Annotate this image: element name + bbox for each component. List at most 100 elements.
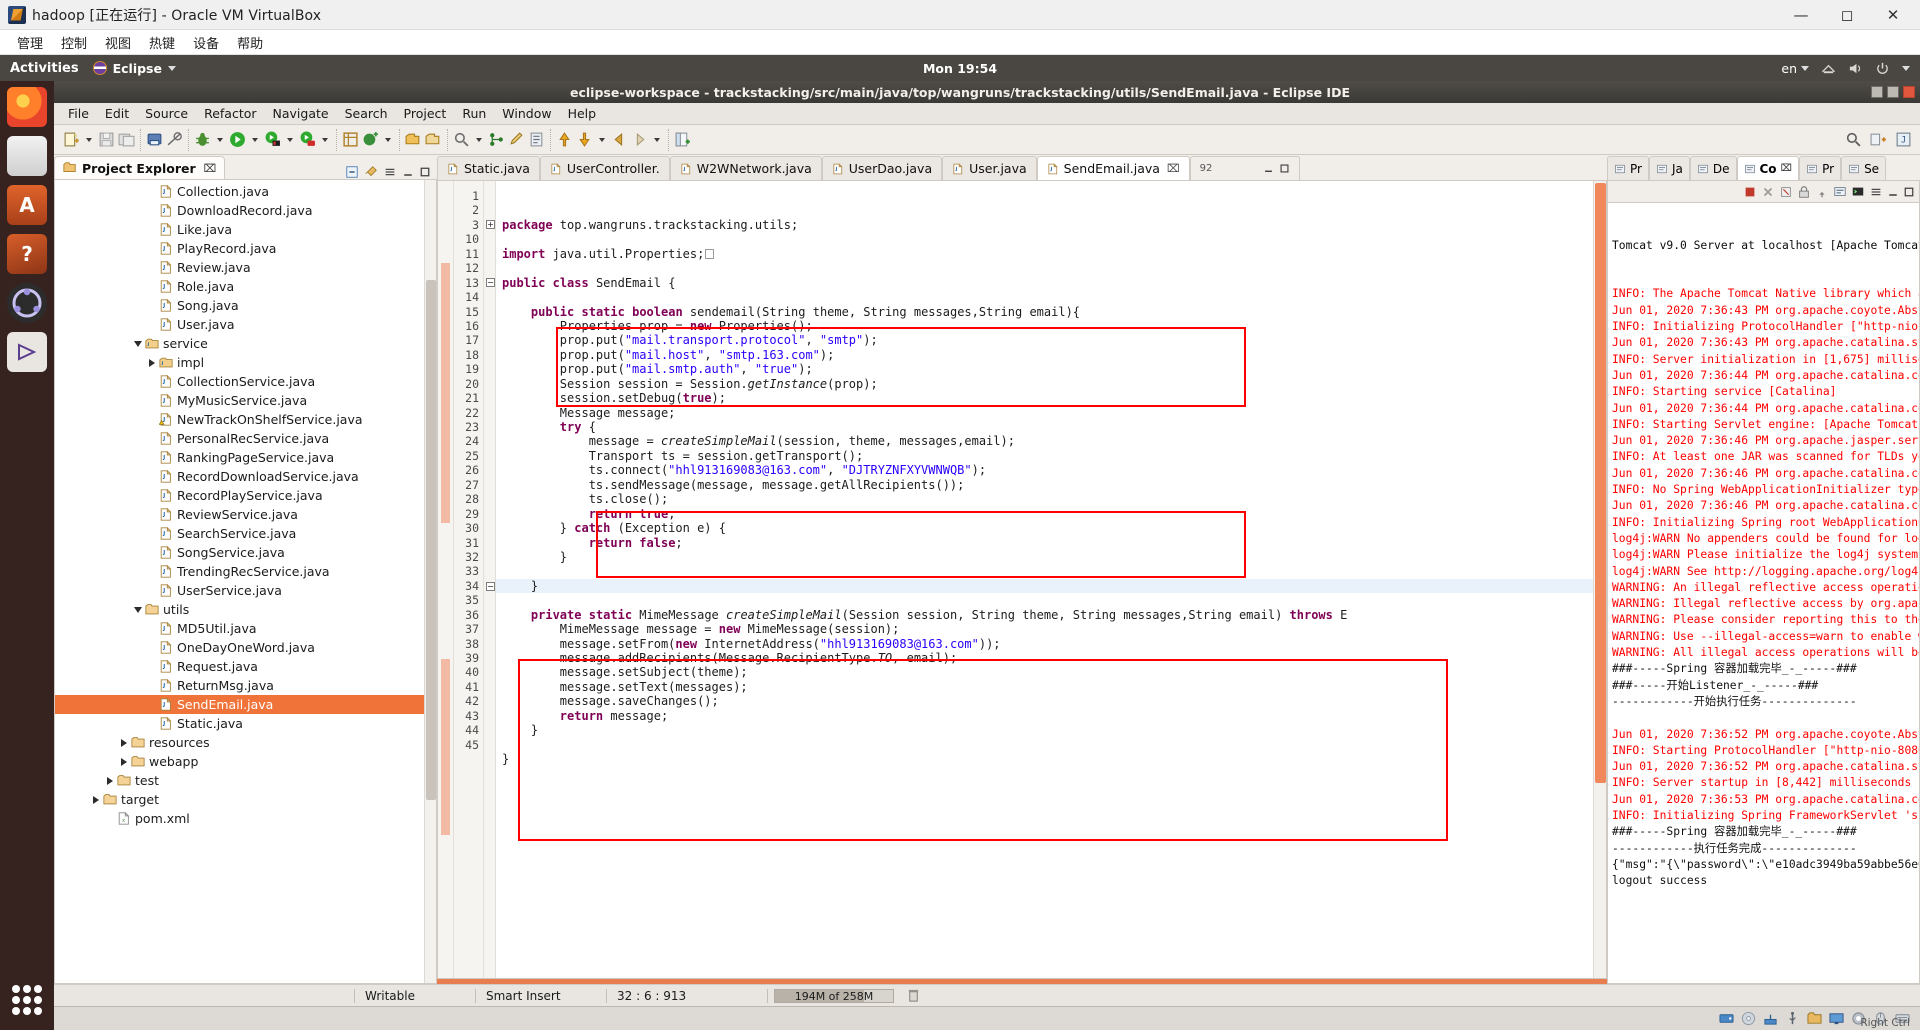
servers-tab[interactable]: Se	[1841, 156, 1887, 180]
usb-icon[interactable]	[1785, 1011, 1800, 1026]
terminate-icon[interactable]	[1743, 185, 1757, 199]
new-wizard-icon[interactable]	[63, 131, 80, 148]
maximize-icon[interactable]	[1279, 163, 1290, 174]
perspective-add-icon[interactable]	[1870, 131, 1887, 148]
trash-icon[interactable]	[906, 988, 921, 1003]
console-output[interactable]: Tomcat v9.0 Server at localhost [Apache …	[1607, 202, 1920, 984]
run-icon[interactable]	[229, 131, 246, 148]
code-line[interactable]: return message;	[496, 709, 1606, 723]
forward-icon[interactable]	[631, 131, 648, 148]
menu-file[interactable]: File	[60, 104, 97, 123]
menu-search[interactable]: Search	[337, 104, 396, 123]
tree-item[interactable]: ReturnMsg.java	[55, 676, 436, 695]
eclipse-maximize-button[interactable]	[1887, 86, 1899, 98]
vbox-menu-control[interactable]: 控制	[52, 30, 96, 55]
tree-item[interactable]: RecordDownloadService.java	[55, 467, 436, 486]
new-java-package-icon[interactable]	[342, 131, 359, 148]
code-line[interactable]: package top.wangruns.trackstacking.utils…	[496, 218, 1606, 232]
code-line[interactable]: }	[496, 550, 1606, 564]
chevron-down-icon[interactable]	[599, 137, 605, 142]
tree-item[interactable]: MyMusicService.java	[55, 391, 436, 410]
editor-marker-column[interactable]	[438, 181, 454, 978]
tree-item[interactable]: NewTrackOnShelfService.java	[55, 410, 436, 429]
vbox-menu-hotkeys[interactable]: 热键	[140, 30, 184, 55]
tree-item[interactable]: User.java	[55, 315, 436, 334]
fold-collapse-icon[interactable]: −	[486, 581, 495, 591]
tree-item[interactable]: UserService.java	[55, 581, 436, 600]
code-line[interactable]: ts.close();	[496, 492, 1606, 506]
chevron-down-icon[interactable]	[654, 137, 660, 142]
code-line[interactable]: try {	[496, 420, 1606, 434]
close-icon[interactable]: ⌧	[204, 162, 217, 175]
chevron-down-icon[interactable]	[322, 137, 328, 142]
code-line[interactable]: message.addRecipients(Message.RecipientT…	[496, 651, 1606, 665]
editor-body[interactable]: 1 2 3 10 11 12 13 14 15 16 17 18 19 20 21 22 23 24 25 26 27 2…	[437, 180, 1607, 979]
tree-item[interactable]: OneDayOneWord.java	[55, 638, 436, 657]
menu-project[interactable]: Project	[396, 104, 455, 123]
system-clock[interactable]: Mon 19:54	[0, 61, 1920, 76]
tree-item[interactable]: SearchService.java	[55, 524, 436, 543]
code-line[interactable]: } catch (Exception e) {	[496, 521, 1606, 535]
view-menu-icon[interactable]	[1869, 185, 1883, 199]
open-type-icon[interactable]	[405, 131, 422, 148]
code-line[interactable]: prop.put("mail.host", "smtp.163.com");	[496, 348, 1606, 362]
tree-item-selected[interactable]: SendEmail.java	[55, 695, 436, 714]
tree-twisty-expanded[interactable]	[131, 606, 145, 613]
code-line[interactable]: ts.sendMessage(message, message.getAllRe…	[496, 478, 1606, 492]
vbox-menu-help[interactable]: 帮助	[228, 30, 272, 55]
minimize-icon[interactable]	[402, 166, 414, 178]
tree-item[interactable]: utils	[55, 600, 436, 619]
tab-project-explorer[interactable]: Project Explorer ⌧	[54, 156, 226, 179]
tree-item[interactable]: resources	[55, 733, 436, 752]
chevron-down-icon[interactable]	[252, 137, 258, 142]
new-perspective-icon[interactable]	[674, 131, 691, 148]
code-line[interactable]: Message message;	[496, 406, 1606, 420]
menu-refactor[interactable]: Refactor	[196, 104, 264, 123]
editor-tab-static-java[interactable]: Static.java	[437, 156, 540, 180]
maximize-button[interactable]: ◻	[1824, 0, 1870, 30]
tree-item[interactable]: RankingPageService.java	[55, 448, 436, 467]
editor-scrollbar[interactable]	[1593, 181, 1606, 978]
ubuntu-icon[interactable]	[7, 283, 47, 323]
tree-item[interactable]: SongService.java	[55, 543, 436, 562]
tree-twisty-collapsed[interactable]	[89, 795, 103, 804]
toggle-breadcrumb-icon[interactable]	[166, 131, 183, 148]
git-icon[interactable]	[488, 131, 505, 148]
editor-tab-userdao-java[interactable]: UserDao.java	[821, 156, 943, 180]
menu-source[interactable]: Source	[137, 104, 196, 123]
chevron-down-icon[interactable]	[287, 137, 293, 142]
tree-twisty-collapsed[interactable]	[117, 738, 131, 747]
activities-button[interactable]: Activities	[10, 61, 79, 76]
search-icon[interactable]	[1845, 131, 1862, 148]
remove-launch-icon[interactable]	[1761, 185, 1775, 199]
editor-tab-overflow[interactable]: 92	[1189, 156, 1300, 180]
tree-item[interactable]: TrendingRecService.java	[55, 562, 436, 581]
code-line[interactable]: message.saveChanges();	[496, 694, 1606, 708]
app-menu-eclipse[interactable]: Eclipse	[92, 61, 176, 76]
code-line[interactable]: }	[496, 723, 1606, 737]
project-tree-scrollbar[interactable]	[424, 180, 436, 983]
tree-item[interactable]: webapp	[55, 752, 436, 771]
code-line[interactable]: return false;	[496, 536, 1606, 550]
run-external-tool-icon[interactable]	[264, 131, 281, 148]
firefox-icon[interactable]	[7, 87, 47, 127]
tree-twisty-expanded[interactable]	[131, 340, 145, 347]
scrollbar-thumb[interactable]	[1595, 183, 1606, 783]
code-line[interactable]: Session session = Session.getInstance(pr…	[496, 377, 1606, 391]
previous-annotation-icon[interactable]	[576, 131, 593, 148]
chevron-down-icon[interactable]	[476, 137, 482, 142]
tree-item[interactable]: Review.java	[55, 258, 436, 277]
tree-twisty-collapsed[interactable]	[145, 358, 159, 367]
eclipse-close-button[interactable]	[1903, 86, 1915, 98]
editor-tab-user-java[interactable]: User.java	[942, 156, 1037, 180]
menu-run[interactable]: Run	[454, 104, 494, 123]
code-line[interactable]	[496, 564, 1606, 578]
close-icon[interactable]: ⌧	[1781, 163, 1793, 174]
display-icon[interactable]	[1829, 1011, 1844, 1026]
minimize-icon[interactable]	[1887, 186, 1899, 198]
code-line[interactable]: Properties prop = new Properties();	[496, 319, 1606, 333]
next-annotation-icon[interactable]	[556, 131, 573, 148]
code-line[interactable]: MimeMessage message = new MimeMessage(se…	[496, 622, 1606, 636]
link-with-editor-icon[interactable]	[364, 165, 378, 179]
project-tree[interactable]: Collection.java DownloadRecord.java Like.j…	[54, 179, 437, 984]
